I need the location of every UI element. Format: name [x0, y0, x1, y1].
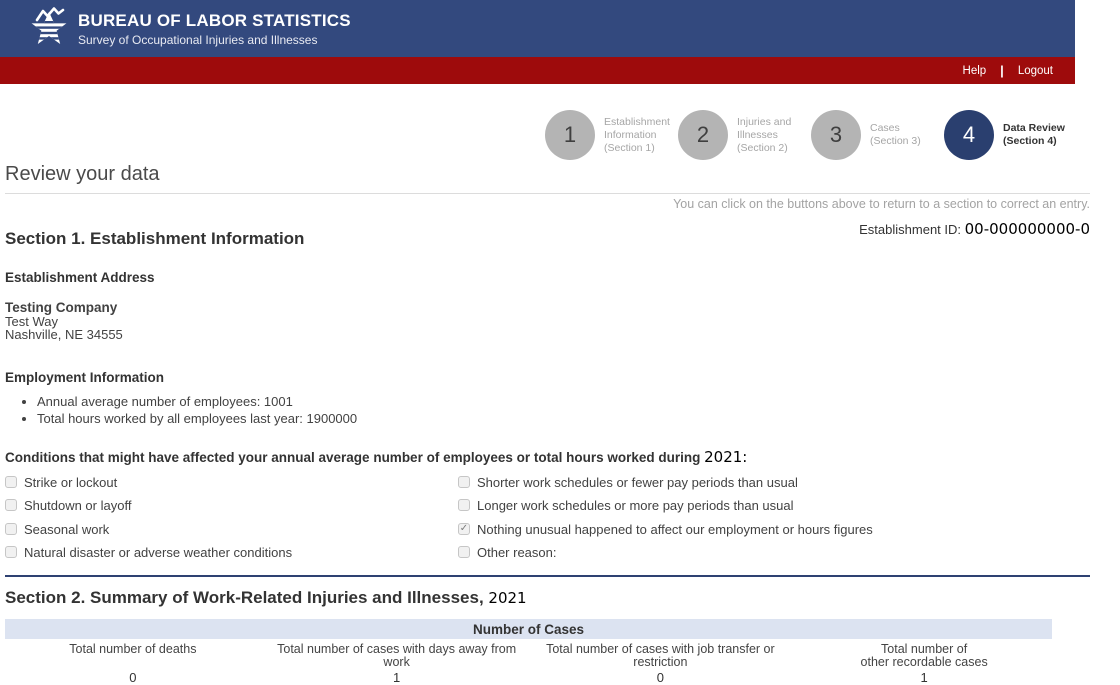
conditions-year: 2021:	[704, 447, 748, 466]
company-name: Testing Company	[5, 300, 118, 315]
utility-nav: Help | Logout	[0, 57, 1075, 84]
checkbox[interactable]: ✓	[458, 475, 470, 488]
column-value: 1	[799, 670, 1049, 685]
condition-label: Natural disaster or adverse weather cond…	[24, 545, 293, 560]
step-circle[interactable]: 3	[811, 110, 861, 160]
column-value: 0	[8, 670, 258, 685]
page: BUREAU OF LABOR STATISTICS Survey of Occ…	[0, 0, 1120, 685]
condition-label: Seasonal work	[24, 521, 110, 537]
condition-label: Longer work schedules or more pay period…	[477, 498, 794, 513]
employment-item: Total hours worked by all employees last…	[37, 411, 1090, 426]
establishment-address-heading: Establishment Address	[5, 270, 155, 285]
condition-label: Other reason:	[477, 545, 557, 560]
column-header: Total number of deaths	[69, 641, 197, 656]
step-number: 1	[563, 122, 577, 147]
condition-item: ✓ Strike or lockout	[5, 475, 458, 499]
page-title: Review your data	[5, 163, 1090, 194]
table-column: Total number of cases with job transfer …	[536, 641, 786, 685]
condition-item: ✓ Shorter work schedules or fewer pay pe…	[458, 475, 1090, 499]
step-button[interactable]: 3 Cases (Section 3)	[811, 110, 944, 160]
section2-year: 2021	[488, 588, 527, 607]
condition-item: ✓ Natural disaster or adverse weather co…	[5, 545, 458, 569]
help-link[interactable]: Help	[963, 65, 987, 77]
step-number: 3	[829, 122, 843, 147]
table-column: Total number of other recordable cases 1…	[799, 641, 1049, 685]
section2-heading-text: Section 2. Summary of Work-Related Injur…	[5, 587, 484, 607]
step-button[interactable]: 1 Establishment Information (Section 1)	[545, 110, 678, 160]
step-number: 4	[962, 122, 976, 147]
header-text: BUREAU OF LABOR STATISTICS Survey of Occ…	[78, 11, 351, 47]
condition-item: ✓ Seasonal work	[5, 522, 458, 546]
checkbox[interactable]: ✓	[458, 499, 470, 511]
number-of-cases-table: Number of Cases Total number of deaths 0…	[5, 618, 1052, 685]
checkmark-icon: ✓	[459, 522, 469, 534]
conditions-heading: Conditions that might have affected your…	[5, 448, 1090, 466]
establishment-id-value: 00-000000000-0	[964, 220, 1090, 238]
bls-logo-icon	[26, 6, 72, 52]
column-value: 0	[536, 670, 786, 685]
step-label: Injuries and Illnesses (Section 2)	[737, 115, 792, 154]
conditions-grid: ✓ Strike or lockout ✓ Shutdown or layoff…	[5, 475, 1090, 569]
condition-label: Strike or lockout	[24, 474, 118, 490]
checkbox[interactable]: ✓	[458, 546, 470, 558]
nav-separator: |	[1000, 63, 1004, 78]
establishment-id: Establishment ID: 00-000000000-0	[859, 220, 1090, 238]
logout-link[interactable]: Logout	[1018, 65, 1053, 77]
progress-steps: 1 Establishment Information (Section 1) …	[545, 110, 1065, 160]
column-header: Total number of cases with job transfer …	[546, 641, 775, 669]
checkbox[interactable]: ✓	[5, 499, 17, 511]
condition-label: Shutdown or layoff	[24, 498, 132, 513]
condition-label: Shorter work schedules or fewer pay peri…	[477, 474, 798, 490]
condition-item: ✓ Nothing unusual happened to affect our…	[458, 522, 1090, 546]
step-button[interactable]: 2 Injuries and Illnesses (Section 2)	[678, 110, 811, 160]
condition-label: Nothing unusual happened to affect our e…	[477, 521, 873, 537]
table-title: Number of Cases	[5, 618, 1052, 639]
employment-information-heading: Employment Information	[5, 369, 165, 385]
section1-header-row: Section 1. Establishment Information Est…	[5, 217, 1090, 249]
section1-heading: Section 1. Establishment Information	[5, 229, 305, 248]
step-circle[interactable]: 1	[545, 110, 595, 160]
checkbox[interactable]: ✓	[5, 475, 17, 488]
section2-heading: Section 2. Summary of Work-Related Injur…	[5, 588, 1090, 608]
condition-item: ✓ Longer work schedules or more pay peri…	[458, 498, 1090, 522]
step-circle[interactable]: 2	[678, 110, 728, 160]
conditions-heading-text: Conditions that might have affected your…	[5, 449, 701, 465]
employment-list: Annual average number of employees: 1001…	[5, 394, 1090, 426]
city-line: Nashville, NE 34555	[5, 327, 123, 342]
column-header: Total number of other recordable cases	[860, 641, 988, 669]
checkbox[interactable]: ✓	[458, 522, 470, 535]
step-number: 2	[696, 122, 710, 147]
table-columns: Total number of deaths 0 (G) Total numbe…	[5, 641, 1052, 685]
employment-item: Annual average number of employees: 1001	[37, 394, 1090, 409]
helper-text: You can click on the buttons above to re…	[673, 197, 1090, 211]
checkbox[interactable]: ✓	[5, 522, 17, 535]
condition-item: ✓ Other reason:	[458, 545, 1090, 569]
establishment-address: Testing Company Test Way Nashville, NE 3…	[5, 301, 1090, 342]
main-content: Review your data You can click on the bu…	[5, 163, 1090, 685]
step-circle[interactable]: 4	[944, 110, 994, 160]
condition-item: ✓ Shutdown or layoff	[5, 498, 458, 522]
step-label: Establishment Information (Section 1)	[604, 115, 670, 154]
app-header: BUREAU OF LABOR STATISTICS Survey of Occ…	[0, 0, 1075, 57]
table-column: Total number of deaths 0 (G)	[8, 641, 258, 685]
establishment-id-label: Establishment ID:	[859, 222, 962, 237]
header-subtitle: Survey of Occupational Injuries and Illn…	[78, 32, 318, 47]
column-value: 1	[272, 670, 522, 685]
section-divider	[5, 574, 1090, 577]
table-column: Total number of cases with days away fro…	[272, 641, 522, 685]
step-label: Data Review (Section 4)	[1003, 122, 1065, 147]
step-button[interactable]: 4 Data Review (Section 4)	[944, 110, 1065, 160]
column-header: Total number of cases with days away fro…	[277, 641, 517, 669]
step-label: Cases (Section 3)	[870, 122, 921, 147]
header-title: BUREAU OF LABOR STATISTICS	[78, 10, 351, 30]
checkbox[interactable]: ✓	[5, 546, 17, 558]
address-line: Test Way	[5, 313, 58, 329]
